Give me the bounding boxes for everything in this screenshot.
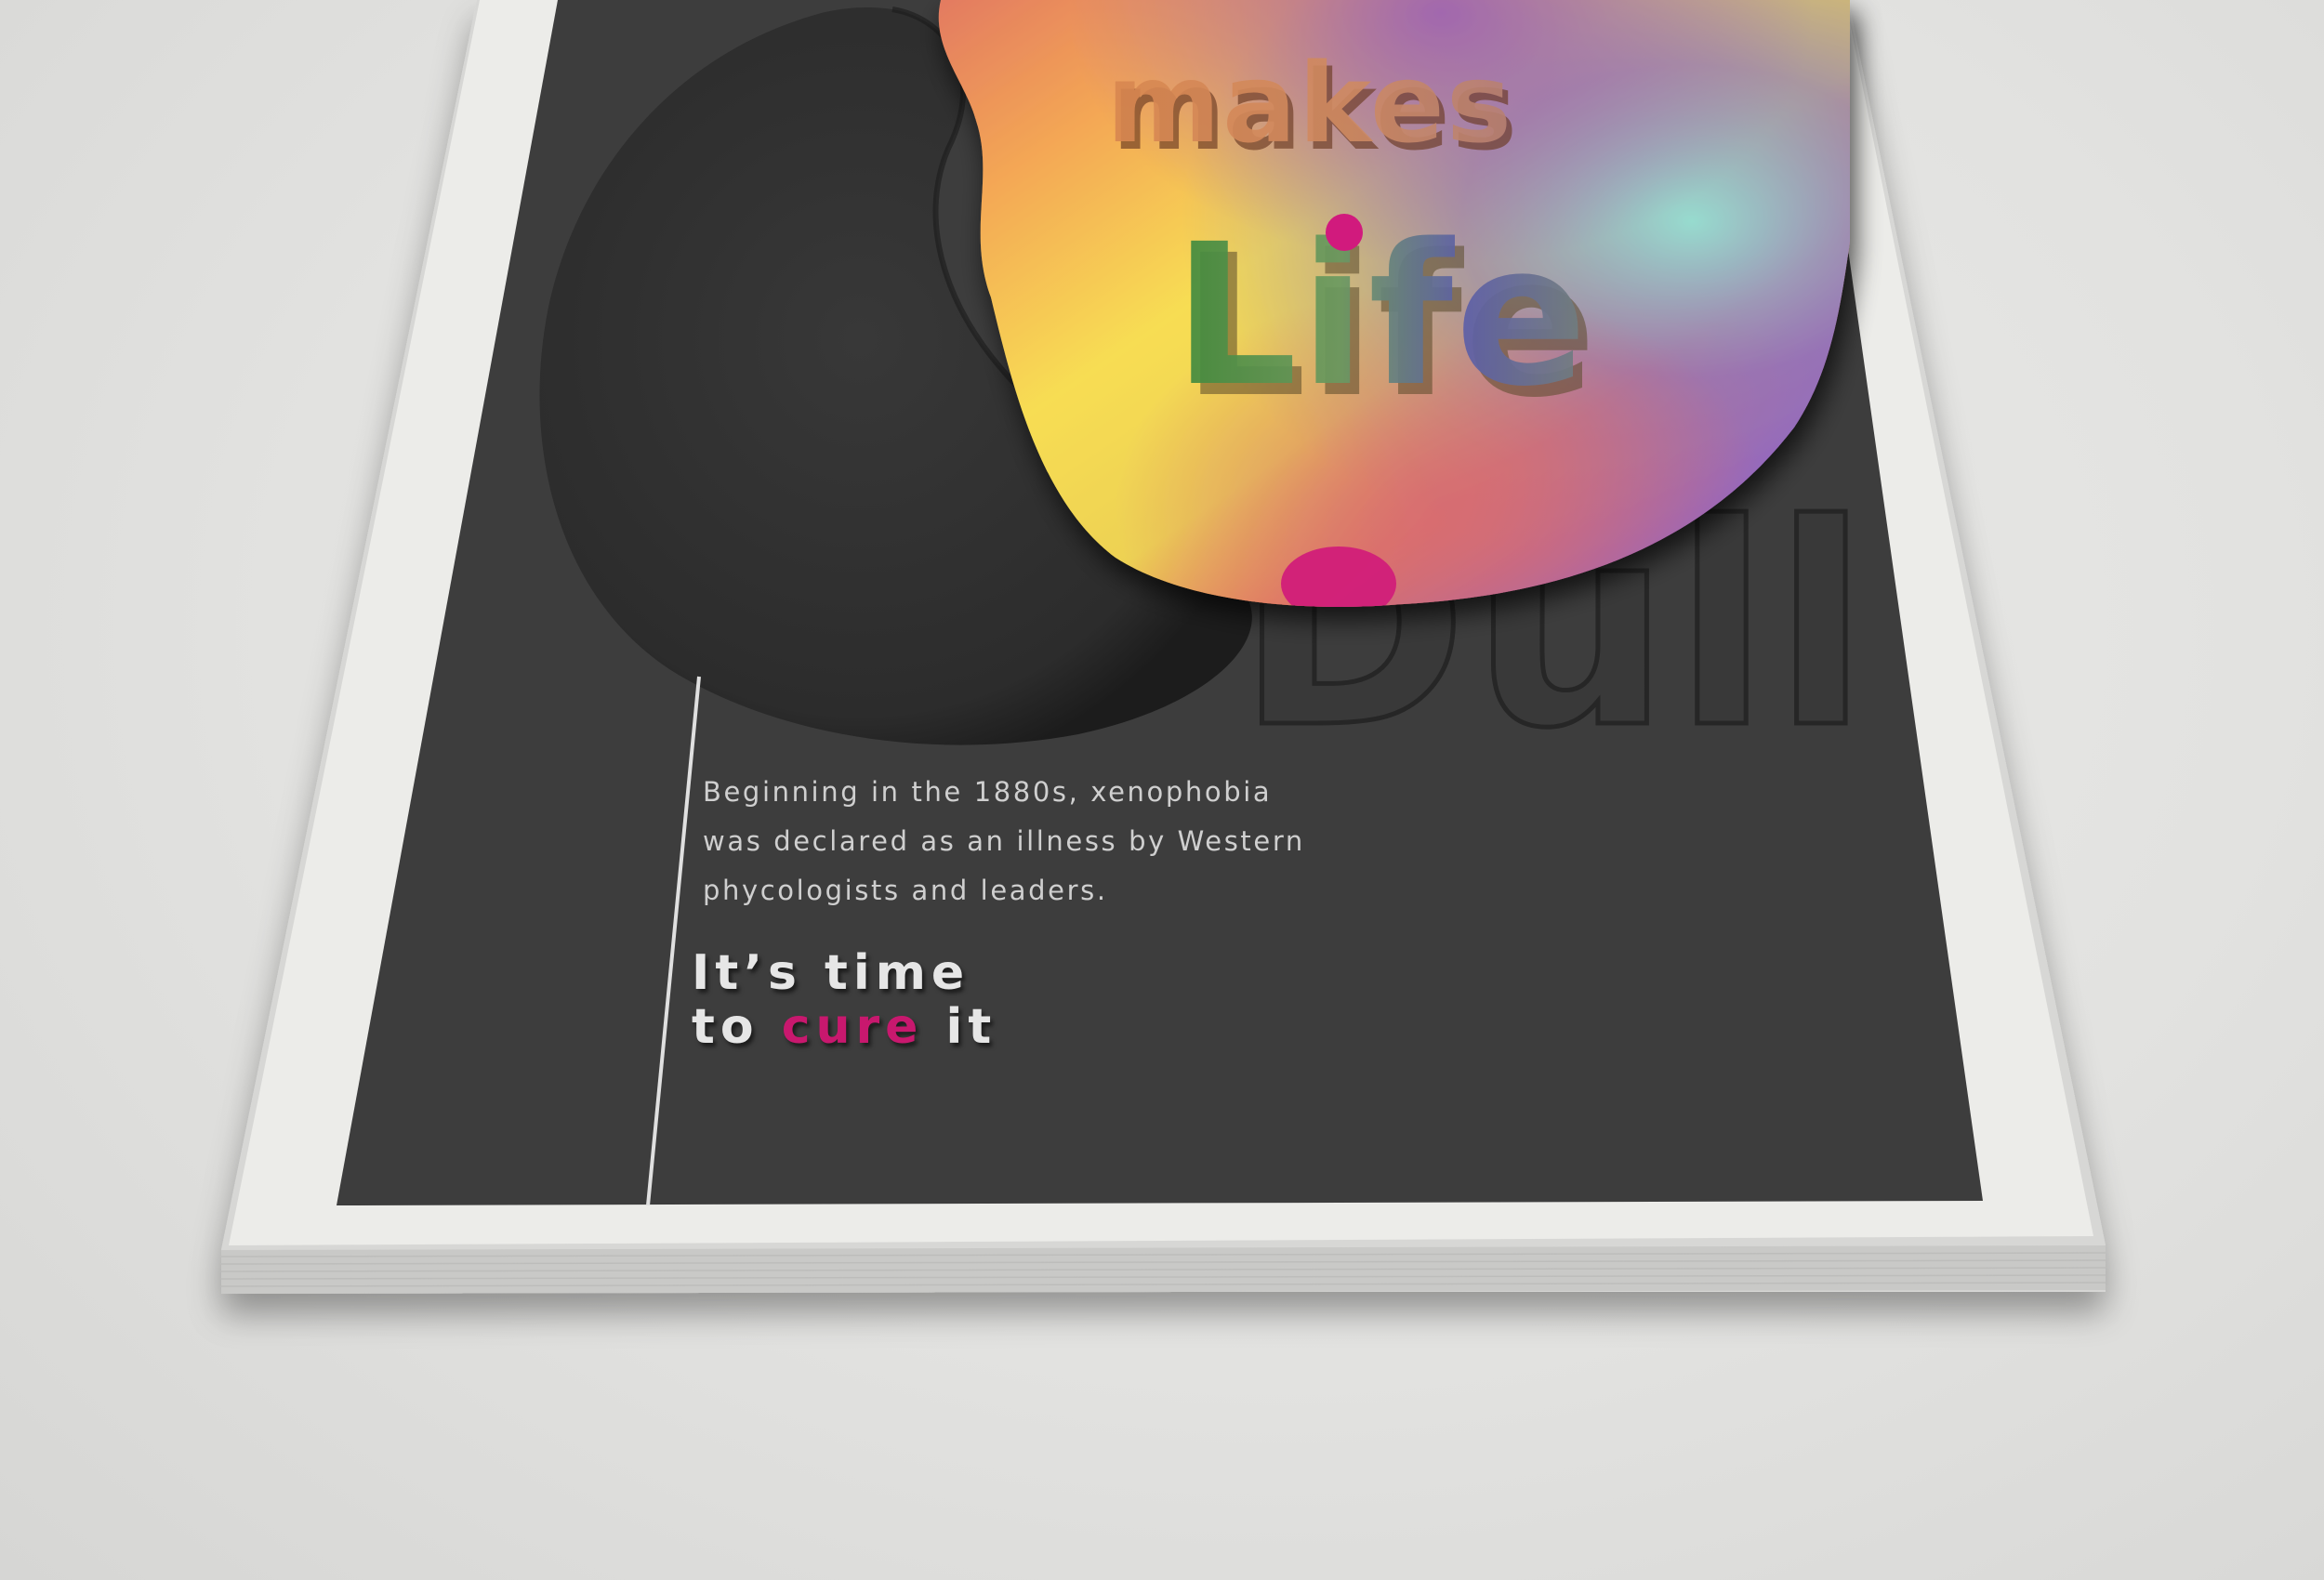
tagline-line-2: to cure it bbox=[692, 1000, 997, 1054]
tagline: It’s time to cure it bbox=[692, 946, 997, 1054]
tagline-accent-word: cure bbox=[781, 999, 924, 1055]
body-line-2: was declared as an illness by Western bbox=[703, 825, 1305, 857]
svg-text:makes: makes bbox=[1106, 39, 1513, 167]
body-copy: Beginning in the 1880s, xenophobia was d… bbox=[703, 768, 1305, 915]
tagline-suffix: it bbox=[923, 999, 997, 1055]
svg-text:Life: Life bbox=[1173, 202, 1590, 429]
tagline-prefix: to bbox=[692, 999, 782, 1055]
body-line-3: phycologists and leaders. bbox=[703, 875, 1108, 906]
tagline-line-1: It’s time bbox=[692, 945, 971, 1001]
body-line-1: Beginning in the 1880s, xenophobia bbox=[703, 776, 1273, 808]
life-dot-accent bbox=[1326, 214, 1363, 251]
